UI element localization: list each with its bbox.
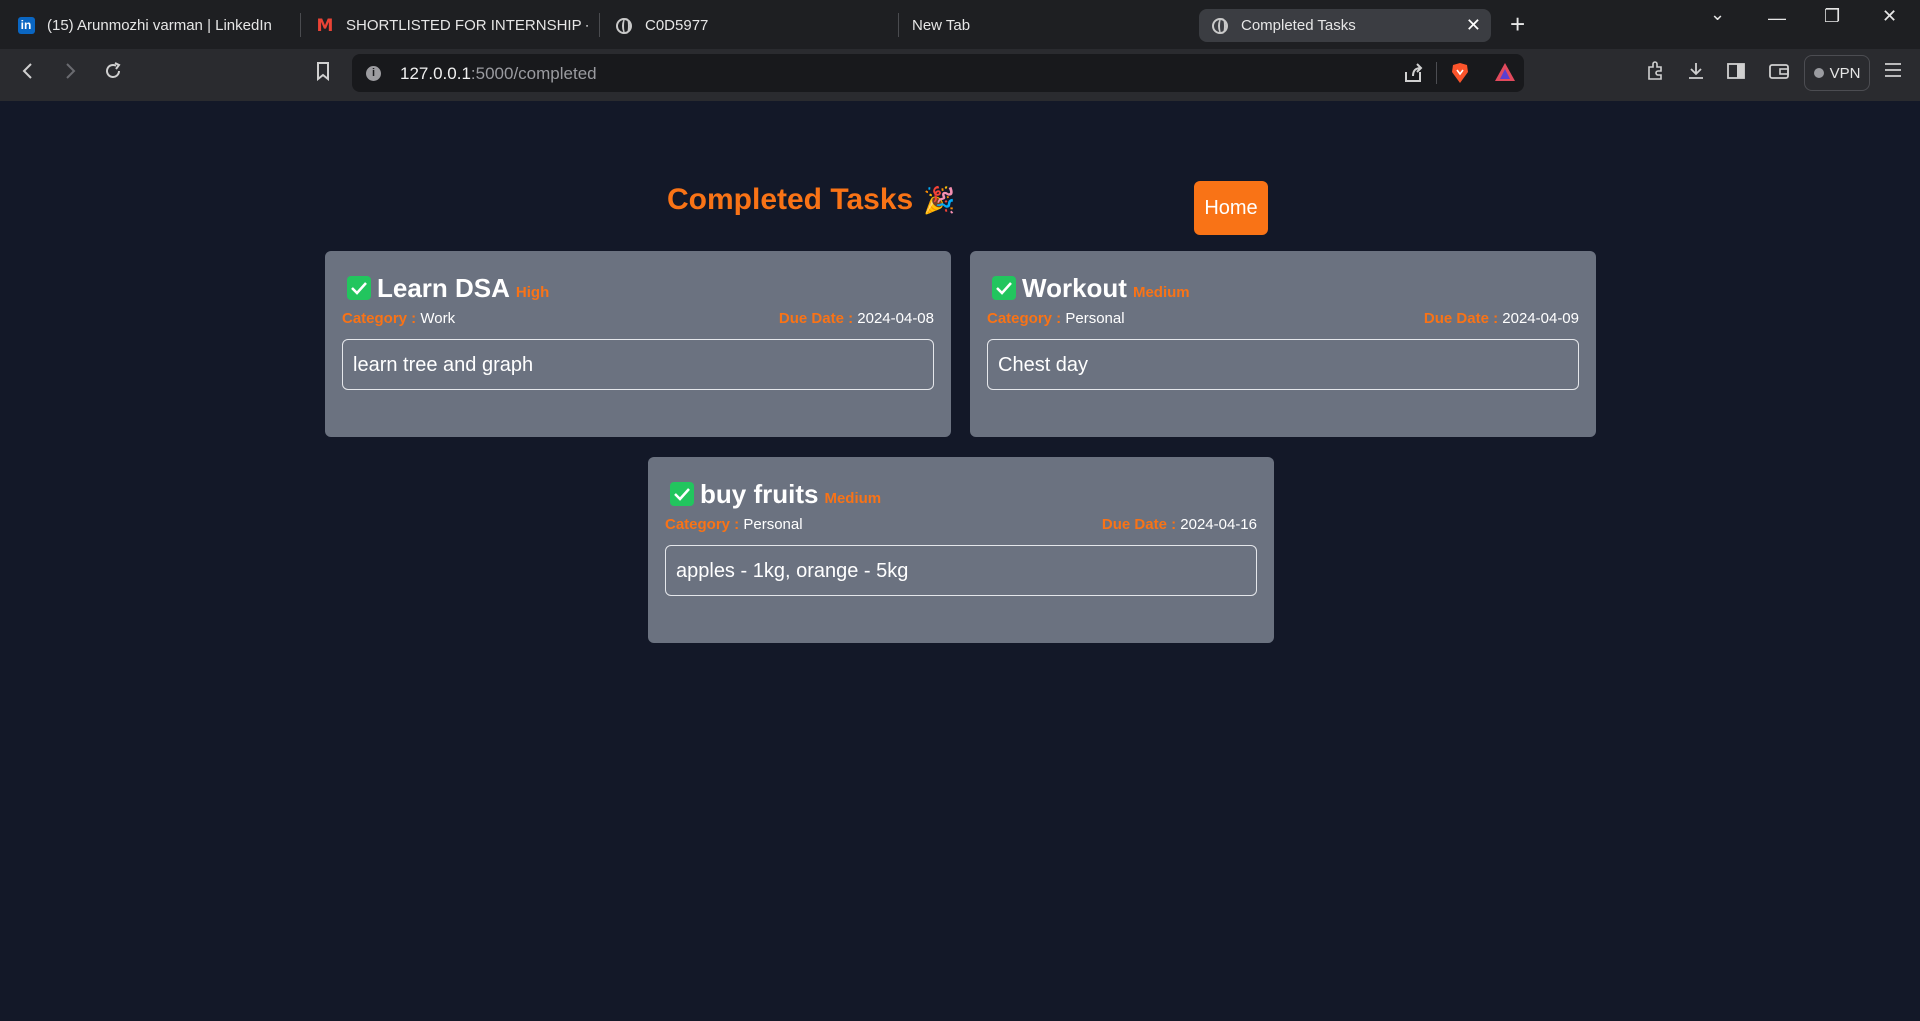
completed-check-icon[interactable] (347, 276, 371, 300)
share-icon[interactable] (1402, 62, 1424, 90)
tab-title: (15) Arunmozhi varman | LinkedIn (47, 17, 272, 34)
tab-c0d5977[interactable]: C0D5977 (615, 9, 895, 42)
task-card: Learn DSA High Category : Work Due Date :… (325, 251, 951, 437)
tab-linkedin[interactable]: in (15) Arunmozhi varman | LinkedIn (17, 9, 292, 42)
browser-tab-bar: in (15) Arunmozhi varman | LinkedIn M SH… (0, 0, 1920, 49)
address-bar[interactable]: i 127.0.0.1:5000/completed (352, 54, 1524, 92)
completed-check-icon[interactable] (670, 482, 694, 506)
restore-icon[interactable]: ❐ (1824, 6, 1840, 27)
task-category: Category : Personal (987, 310, 1125, 327)
tab-title: Completed Tasks (1241, 17, 1356, 34)
task-description: learn tree and graph (342, 339, 934, 390)
completed-check-icon[interactable] (992, 276, 1016, 300)
task-description: apples - 1kg, orange - 5kg (665, 545, 1257, 596)
task-title: Learn DSA High (377, 273, 550, 303)
close-tab-icon[interactable]: ✕ (1466, 15, 1481, 36)
priority-badge: High (515, 284, 550, 301)
tab-separator (599, 13, 600, 37)
tab-separator (898, 13, 899, 37)
tab-completed-tasks[interactable]: Completed Tasks ✕ (1199, 9, 1491, 42)
task-title: buy fruits Medium (700, 479, 882, 509)
brave-shields-icon[interactable] (1450, 62, 1470, 90)
vpn-status-icon (1813, 68, 1824, 78)
brave-rewards-icon[interactable] (1494, 62, 1516, 88)
gmail-icon: M (316, 15, 334, 36)
priority-badge: Medium (1132, 284, 1190, 301)
page-title: Completed Tasks 🎉 (667, 183, 956, 216)
site-info-icon[interactable]: i (366, 66, 381, 81)
tab-title: C0D5977 (645, 17, 709, 34)
task-category: Category : Personal (665, 516, 803, 533)
task-card: buy fruits Medium Category : Personal Due… (648, 457, 1274, 643)
tab-gmail[interactable]: M SHORTLISTED FOR INTERNSHIP - am (316, 9, 588, 42)
task-category: Category : Work (342, 310, 456, 327)
globe-icon (615, 17, 633, 35)
menu-icon[interactable] (1884, 61, 1902, 85)
minimize-icon[interactable]: — (1768, 8, 1786, 29)
task-card: Workout Medium Category : Personal Due Da… (970, 251, 1596, 437)
bookmark-icon[interactable] (315, 61, 331, 87)
back-icon[interactable] (20, 61, 36, 87)
tab-search-chevron-icon[interactable]: ⌄ (1710, 4, 1725, 25)
forward-icon[interactable] (62, 61, 78, 87)
task-description: Chest day (987, 339, 1579, 390)
url-text[interactable]: 127.0.0.1:5000/completed (400, 64, 597, 84)
downloads-icon[interactable] (1686, 61, 1706, 87)
task-due-date: Due Date : 2024-04-09 (1423, 310, 1579, 327)
extensions-icon[interactable] (1645, 61, 1665, 87)
tab-separator (300, 13, 301, 37)
globe-icon (1211, 17, 1229, 35)
tab-title: SHORTLISTED FOR INTERNSHIP - am (346, 17, 588, 34)
task-title: Workout Medium (1022, 273, 1190, 303)
priority-badge: Medium (824, 490, 882, 507)
vpn-label: VPN (1829, 64, 1861, 82)
task-due-date: Due Date : 2024-04-08 (778, 310, 934, 327)
tab-new-tab[interactable]: New Tab (912, 9, 1192, 42)
sidebar-icon[interactable] (1726, 61, 1746, 87)
tab-title: New Tab (912, 17, 971, 34)
new-tab-button[interactable]: + (1510, 9, 1525, 39)
vpn-button[interactable]: VPN (1804, 55, 1870, 91)
reload-icon[interactable] (103, 61, 123, 87)
party-popper-icon: 🎉 (923, 185, 956, 215)
wallet-icon[interactable] (1768, 61, 1790, 87)
task-due-date: Due Date : 2024-04-16 (1101, 516, 1257, 533)
linkedin-icon: in (17, 17, 35, 35)
browser-toolbar: i 127.0.0.1:5000/completed VPN (0, 49, 1920, 101)
url-divider (1436, 62, 1437, 84)
home-button[interactable]: Home (1194, 181, 1268, 235)
close-window-icon[interactable]: ✕ (1882, 6, 1897, 27)
